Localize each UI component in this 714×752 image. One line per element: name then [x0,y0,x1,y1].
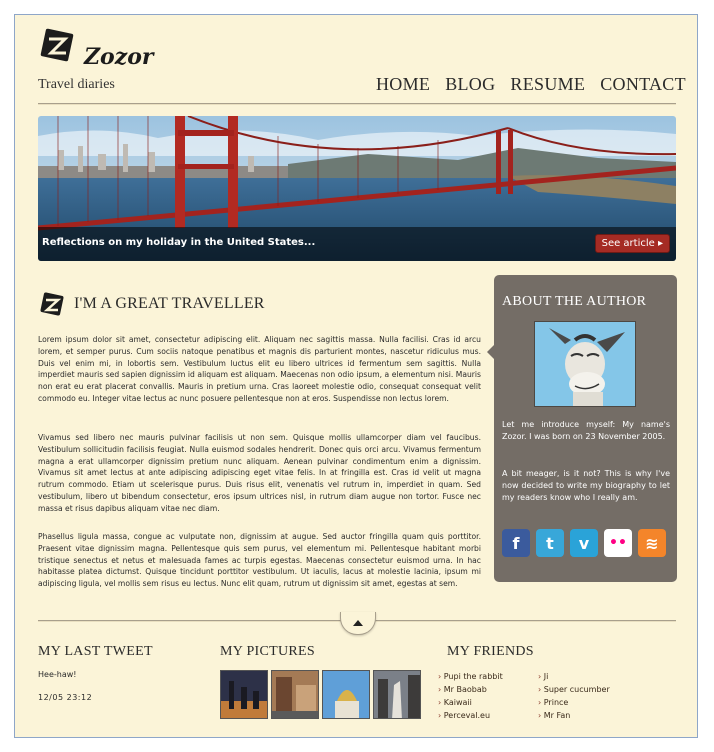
friends-title: MY FRIENDS [447,644,534,659]
nav-blog[interactable]: BLOG [445,74,495,95]
about-title: ABOUT THE AUTHOR [502,294,647,309]
hero-banner: Reflections on my holiday in the United … [38,116,676,261]
picture-thumbnail[interactable] [220,670,268,719]
nav-contact[interactable]: CONTACT [600,74,686,95]
zozor-logo-icon [40,292,64,316]
picture-thumbnail[interactable] [322,670,370,719]
donkey-avatar-icon [535,322,635,406]
facebook-icon[interactable]: f [502,529,530,557]
tweet-text: Hee-haw! [38,670,77,679]
friend-link[interactable]: Prince [538,696,610,709]
flickr-icon[interactable]: •• [604,529,632,557]
tagline: Travel diaries [38,77,115,92]
tweet-date: 12/05 23:12 [38,693,93,702]
picture-gallery [220,670,421,719]
arrow-up-icon [353,620,363,626]
about-intro: Let me introduce myself: My name's Zozor… [502,420,670,441]
section-title: I'M A GREAT TRAVELLER [74,295,265,312]
nav-resume[interactable]: RESUME [510,74,585,95]
article-paragraph: Lorem ipsum dolor sit amet, consectetur … [38,335,481,403]
article-paragraph: Phasellus ligula massa, congue ac vulput… [38,532,481,589]
friend-link[interactable]: Pupi the rabbit [438,670,503,683]
friend-link[interactable]: Ji [538,670,610,683]
header-divider [38,103,676,105]
friends-list: Pupi the rabbit Mr Baobab Kaiwaii Percev… [438,670,503,722]
main-nav: HOME BLOG RESUME CONTACT [376,74,686,95]
zozor-logo-icon [40,28,74,62]
friend-link[interactable]: Mr Fan [538,709,610,722]
avatar [534,321,636,407]
friend-link[interactable]: Kaiwaii [438,696,503,709]
picture-thumbnail[interactable] [373,670,421,719]
pictures-title: MY PICTURES [220,644,315,659]
picture-thumbnail[interactable] [271,670,319,719]
social-links: f t v •• ≋ [502,529,666,557]
article-paragraph: Vivamus sed libero nec mauris pulvinar f… [38,433,481,513]
last-tweet-title: MY LAST TWEET [38,644,153,659]
see-article-button[interactable]: See article ▸ [594,234,670,253]
twitter-icon[interactable]: t [536,529,564,557]
about-bio: A bit meager, is it not? This is why I'v… [502,469,670,502]
logo[interactable]: Zozor [38,26,158,74]
friend-link[interactable]: Perceval.eu [438,709,503,722]
logo-text: Zozor [84,44,154,70]
about-author-panel: ABOUT THE AUTHOR Let me introduce myself… [487,275,677,582]
vimeo-icon[interactable]: v [570,529,598,557]
rss-icon[interactable]: ≋ [638,529,666,557]
friend-link[interactable]: Mr Baobab [438,683,503,696]
nav-home[interactable]: HOME [376,74,430,95]
friends-list: Ji Super cucumber Prince Mr Fan [538,670,610,722]
friend-link[interactable]: Super cucumber [538,683,610,696]
banner-caption-bar: Reflections on my holiday in the United … [38,227,676,261]
banner-caption: Reflections on my holiday in the United … [42,237,316,248]
